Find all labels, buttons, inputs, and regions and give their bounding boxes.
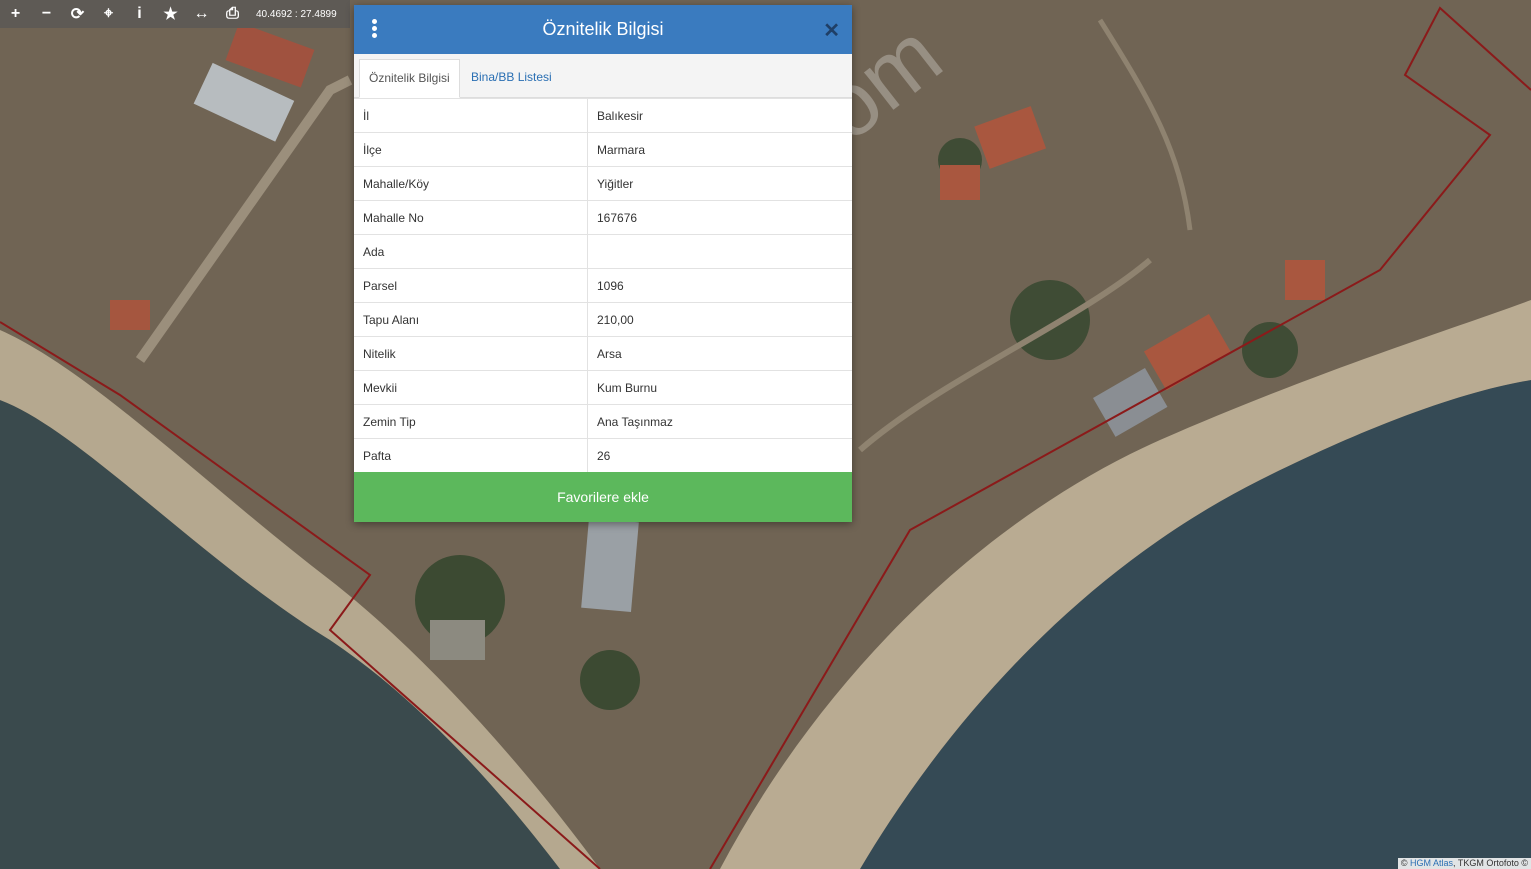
attribute-key: Parsel — [354, 268, 588, 303]
table-row: Parsel 1096 — [354, 268, 852, 303]
attribute-key: Mevkii — [354, 370, 588, 405]
hgm-atlas-link[interactable]: HGM Atlas — [1410, 858, 1453, 868]
table-row: İl Balıkesir — [354, 98, 852, 133]
table-row: Mahalle/Köy Yiğitler — [354, 166, 852, 201]
dialog-title: Öznitelik Bilgisi — [542, 19, 664, 39]
coordinate-readout: 40.4692 : 27.4899 — [256, 8, 337, 20]
attribute-key: Tapu Alanı — [354, 302, 588, 337]
map-toolbar: + − ⟳ ⌖ i ★ ↔ ⎙ 40.4692 : 27.4899 — [0, 0, 350, 28]
zoom-out-icon[interactable]: − — [31, 0, 62, 28]
kebab-menu-icon[interactable] — [372, 19, 378, 40]
attribute-value: 210,00 — [587, 302, 852, 337]
table-row: Nitelik Arsa — [354, 336, 852, 371]
attribute-value: 26 — [587, 438, 852, 472]
attribute-value: 1096 — [587, 268, 852, 303]
print-icon[interactable]: ⎙ — [217, 0, 248, 28]
dialog-tabs: Öznitelik Bilgisi Bina/BB Listesi — [354, 54, 852, 98]
attribution-prefix: © — [1400, 858, 1410, 868]
zoom-in-icon[interactable]: + — [0, 0, 31, 28]
attribute-dialog: Öznitelik Bilgisi ✕ Öznitelik Bilgisi Bi… — [354, 5, 852, 522]
attribute-key: Ada — [354, 234, 588, 269]
table-row: Pafta 26 — [354, 438, 852, 472]
dialog-header: Öznitelik Bilgisi ✕ — [354, 5, 852, 54]
info-icon[interactable]: i — [124, 0, 155, 28]
tab-attribute-info[interactable]: Öznitelik Bilgisi — [359, 59, 460, 98]
refresh-icon[interactable]: ⟳ — [62, 0, 93, 28]
locate-icon[interactable]: ⌖ — [93, 0, 124, 28]
attribute-key: Zemin Tip — [354, 404, 588, 439]
attribute-value: Kum Burnu — [587, 370, 852, 405]
attribute-value: Marmara — [587, 132, 852, 167]
attribute-key: İl — [354, 98, 588, 133]
close-icon[interactable]: ✕ — [823, 18, 840, 43]
attribute-value: Yiğitler — [587, 166, 852, 201]
attribute-key: Mahalle/Köy — [354, 166, 588, 201]
map-attribution: © HGM Atlas, TKGM Ortofoto © — [1397, 858, 1531, 869]
add-to-favorites-button[interactable]: Favorilere ekle — [354, 472, 852, 522]
attribute-value: 167676 — [587, 200, 852, 235]
table-row: İlçe Marmara — [354, 132, 852, 167]
star-icon[interactable]: ★ — [155, 0, 186, 28]
attribute-key: Pafta — [354, 438, 588, 472]
attribute-value: Ana Taşınmaz — [587, 404, 852, 439]
table-row: Mahalle No 167676 — [354, 200, 852, 235]
attribute-key: Mahalle No — [354, 200, 588, 235]
table-row: Mevkii Kum Burnu — [354, 370, 852, 405]
attribute-value: Arsa — [587, 336, 852, 371]
table-row: Ada — [354, 234, 852, 269]
table-row: Tapu Alanı 210,00 — [354, 302, 852, 337]
measure-icon[interactable]: ↔ — [186, 0, 217, 28]
table-row: Zemin Tip Ana Taşınmaz — [354, 404, 852, 439]
attribute-value: Balıkesir — [587, 98, 852, 133]
attribute-key: Nitelik — [354, 336, 588, 371]
attribute-key: İlçe — [354, 132, 588, 167]
attribution-suffix: , TKGM Ortofoto © — [1453, 858, 1528, 868]
tab-building-list[interactable]: Bina/BB Listesi — [462, 59, 561, 96]
attribute-table: İl Balıkesir İlçe Marmara Mahalle/Köy Yiğitle… — [354, 98, 852, 472]
attribute-value — [587, 234, 852, 269]
